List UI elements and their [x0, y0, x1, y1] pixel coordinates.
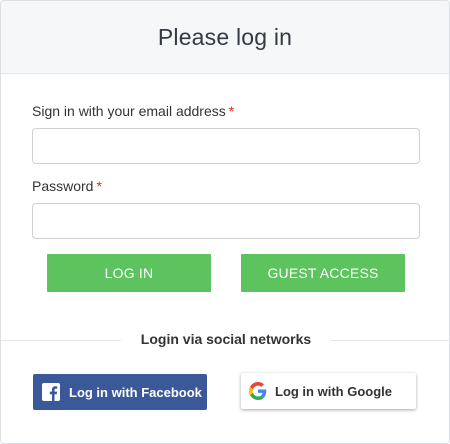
email-required-mark: * — [228, 103, 235, 119]
card-header: Please log in — [1, 1, 449, 74]
email-field[interactable] — [32, 128, 420, 164]
password-label: Password * — [32, 178, 102, 194]
email-label: Sign in with your email address * — [32, 103, 234, 119]
password-required-mark: * — [96, 178, 102, 194]
social-heading: Login via social networks — [140, 331, 312, 347]
facebook-login-button[interactable]: Log in with Facebook — [33, 374, 207, 410]
login-button[interactable]: LOG IN — [47, 254, 211, 292]
email-label-text: Sign in with your email address — [32, 103, 226, 119]
login-card: Please log in Sign in with your email ad… — [0, 0, 450, 444]
google-login-label: Log in with Google — [275, 383, 392, 399]
guest-access-button[interactable]: GUEST ACCESS — [241, 254, 405, 292]
page-title: Please log in — [157, 23, 293, 50]
google-login-button[interactable]: Log in with Google — [241, 373, 416, 409]
facebook-login-label: Log in with Facebook — [69, 384, 202, 400]
google-icon — [249, 382, 267, 400]
password-field[interactable] — [32, 203, 420, 239]
facebook-icon — [42, 383, 60, 401]
password-label-text: Password — [32, 178, 94, 194]
